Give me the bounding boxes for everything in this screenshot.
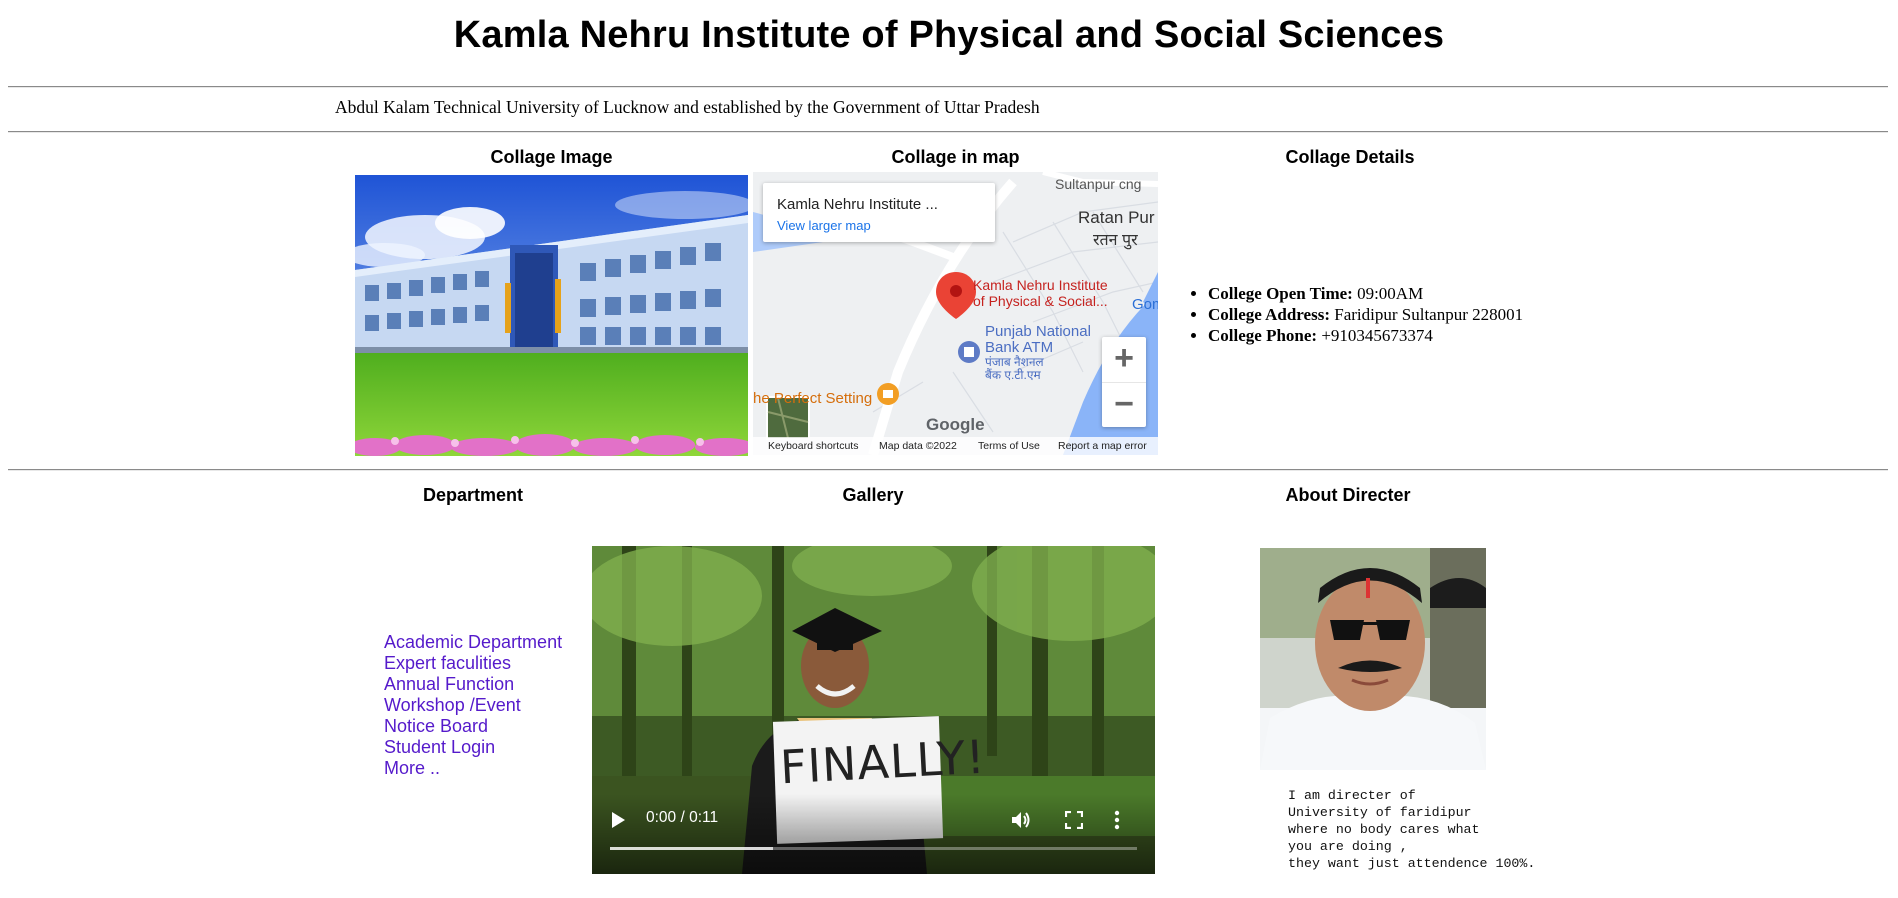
college-building-image <box>355 175 748 456</box>
gallery-heading: Gallery <box>842 485 904 505</box>
director-bio: I am directer of University of faridipur… <box>1288 788 1536 871</box>
more-options-icon[interactable] <box>1113 810 1121 830</box>
gallery-video-player[interactable]: FINALLY! 0:00 / 0:11 <box>592 546 1155 874</box>
workshop-event-link[interactable]: Workshop /Event <box>384 695 562 716</box>
address-item: College Address: Faridipur Sultanpur 228… <box>1208 304 1523 325</box>
map-label-ratan-pur: Ratan Pur <box>1078 208 1155 227</box>
annual-function-link[interactable]: Annual Function <box>384 674 562 695</box>
report-map-error-link[interactable]: Report a map error <box>1058 440 1147 452</box>
college-map-heading: Collage in map <box>891 147 1020 167</box>
video-progress-bar[interactable] <box>610 847 1137 850</box>
college-image-heading: Collage Image <box>490 147 613 167</box>
department-heading: Department <box>422 485 524 505</box>
more-link[interactable]: More .. <box>384 758 562 779</box>
map-label-river: Gom <box>1132 296 1158 313</box>
map-pin-label: Kamla Nehru Institute of Physical & Soci… <box>973 277 1108 309</box>
map-place-name: Kamla Nehru Institute ... <box>777 196 938 213</box>
map-zoom-controls: + − <box>1102 337 1146 427</box>
map-label-ratan-pur-hindi: रतन पुर <box>1093 232 1138 249</box>
phone-item: College Phone: +910345673374 <box>1208 325 1523 346</box>
zoom-in-button[interactable]: + <box>1102 337 1146 382</box>
zoom-out-button[interactable]: − <box>1102 382 1146 428</box>
expert-faculties-link[interactable]: Expert faculities <box>384 653 562 674</box>
view-larger-map-link[interactable]: View larger map <box>777 218 871 233</box>
college-details-list: College Open Time: 09:00AM College Addre… <box>1180 283 1523 346</box>
video-sign-text: FINALLY! <box>778 729 987 795</box>
department-links: Academic Department Expert faculities An… <box>384 632 562 779</box>
page-title: Kamla Nehru Institute of Physical and So… <box>453 14 1445 56</box>
video-time-display: 0:00 / 0:11 <box>646 809 719 826</box>
video-controls <box>592 794 1155 874</box>
map-label-sultanpur: Sultanpur cng <box>1055 176 1142 192</box>
fullscreen-icon[interactable] <box>1065 811 1083 829</box>
open-time-item: College Open Time: 09:00AM <box>1208 283 1523 304</box>
director-photo <box>1260 548 1486 770</box>
notice-board-link[interactable]: Notice Board <box>384 716 562 737</box>
divider <box>8 469 1888 471</box>
play-icon[interactable] <box>609 810 627 830</box>
map-label-bank: Punjab National Bank ATM <box>985 323 1091 356</box>
about-director-heading: About Directer <box>1285 485 1411 505</box>
student-login-link[interactable]: Student Login <box>384 737 562 758</box>
map-place-card: Kamla Nehru Institute ... View larger ma… <box>763 183 995 242</box>
google-map-embed[interactable]: Sultanpur cng Ratan Pur रतन पुर Gom Kaml… <box>753 172 1158 455</box>
academic-department-link[interactable]: Academic Department <box>384 632 562 653</box>
divider <box>8 131 1888 133</box>
google-logo: Google <box>926 415 985 434</box>
volume-icon[interactable] <box>1010 810 1032 830</box>
map-label-cafe: he Perfect Setting <box>753 390 873 407</box>
college-details-heading: Collage Details <box>1285 147 1415 167</box>
keyboard-shortcuts-link[interactable]: Keyboard shortcuts <box>768 440 858 452</box>
map-data-text: Map data ©2022 <box>879 440 957 452</box>
university-subtitle: Abdul Kalam Technical University of Luck… <box>335 97 1040 117</box>
map-label-bank-hindi: पंजाब नैशनल बैंक ए.टी.एम <box>985 355 1044 382</box>
divider <box>8 86 1888 88</box>
map-footer: Keyboard shortcuts Map data ©2022 Terms … <box>753 437 1158 455</box>
terms-of-use-link[interactable]: Terms of Use <box>978 440 1040 452</box>
